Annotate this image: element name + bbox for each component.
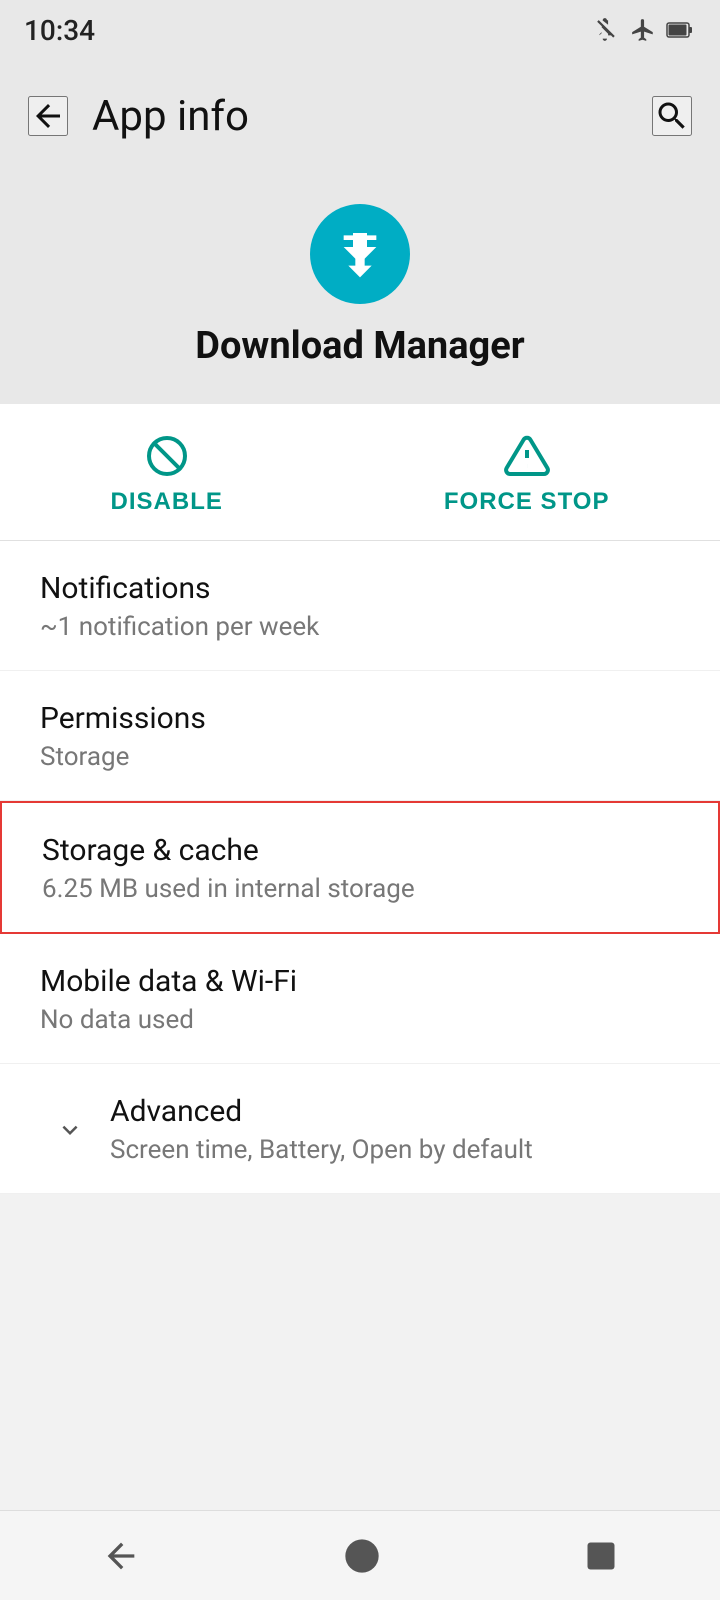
recents-nav-button[interactable]	[583, 1538, 619, 1574]
status-bar: 10:34	[0, 0, 720, 60]
back-nav-button[interactable]	[101, 1536, 141, 1576]
search-button[interactable]	[652, 96, 692, 136]
advanced-content: Advanced Screen time, Battery, Open by d…	[100, 1094, 680, 1165]
force-stop-icon	[503, 432, 551, 480]
notifications-item[interactable]: Notifications ~1 notification per week	[0, 541, 720, 671]
storage-cache-item[interactable]: Storage & cache 6.25 MB used in internal…	[0, 801, 720, 934]
status-time: 10:34	[24, 14, 95, 47]
page-title: App info	[92, 92, 249, 141]
mobile-data-subtitle: No data used	[40, 1005, 680, 1035]
home-nav-button[interactable]	[342, 1536, 382, 1576]
advanced-item[interactable]: Advanced Screen time, Battery, Open by d…	[0, 1064, 720, 1194]
advanced-title: Advanced	[110, 1094, 680, 1129]
advanced-subtitle: Screen time, Battery, Open by default	[110, 1135, 680, 1165]
app-name: Download Manager	[195, 324, 524, 368]
back-button[interactable]	[28, 96, 68, 136]
status-icons	[594, 17, 696, 43]
force-stop-label: FORCE STOP	[444, 488, 610, 516]
mute-icon	[594, 17, 620, 43]
notifications-title: Notifications	[40, 571, 680, 606]
bottom-nav	[0, 1510, 720, 1600]
settings-list: Notifications ~1 notification per week P…	[0, 541, 720, 1194]
advanced-chevron	[40, 1115, 100, 1145]
action-buttons-section: DISABLE FORCE STOP	[0, 404, 720, 541]
airplane-icon	[630, 17, 656, 43]
permissions-item[interactable]: Permissions Storage	[0, 671, 720, 801]
disable-icon	[143, 432, 191, 480]
force-stop-button[interactable]: FORCE STOP	[404, 432, 650, 516]
mobile-data-title: Mobile data & Wi-Fi	[40, 964, 680, 999]
mobile-data-item[interactable]: Mobile data & Wi-Fi No data used	[0, 934, 720, 1064]
permissions-title: Permissions	[40, 701, 680, 736]
disable-button[interactable]: DISABLE	[71, 432, 263, 516]
app-bar: App info	[0, 60, 720, 172]
battery-icon	[666, 17, 696, 43]
disable-label: DISABLE	[111, 488, 223, 516]
notifications-subtitle: ~1 notification per week	[40, 612, 680, 642]
app-header: Download Manager	[0, 172, 720, 404]
permissions-subtitle: Storage	[40, 742, 680, 772]
storage-cache-title: Storage & cache	[42, 833, 678, 868]
app-icon	[310, 204, 410, 304]
storage-cache-subtitle: 6.25 MB used in internal storage	[42, 874, 678, 904]
